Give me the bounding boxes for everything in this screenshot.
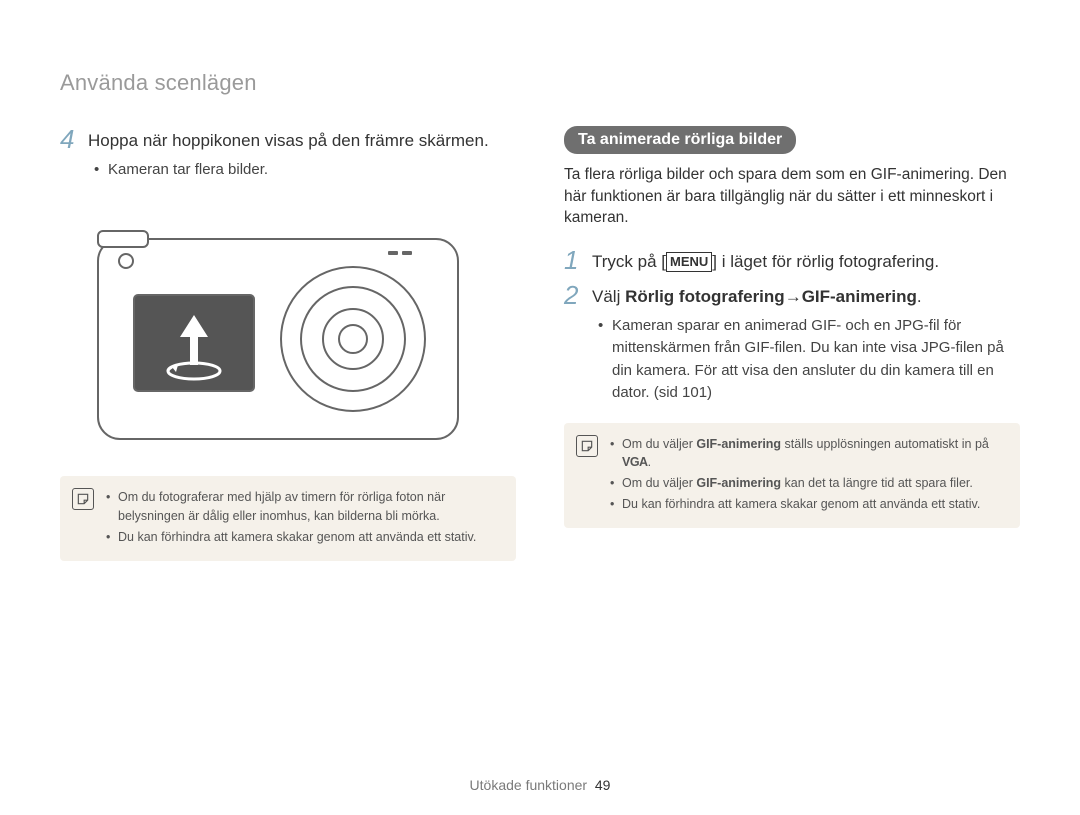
breadcrumb: Använda scenlägen — [60, 70, 1020, 96]
text-fragment: Tryck på [ — [592, 252, 666, 271]
note-list: Om du väljer GIF-animering ställs upplös… — [610, 435, 1006, 517]
step-number: 4 — [60, 126, 78, 152]
page-number: 49 — [595, 777, 611, 793]
list-item: Kameran sparar en animerad GIF- och en J… — [598, 315, 1020, 405]
vga-label: VGA — [622, 455, 648, 469]
content-columns: 4 Hoppa när hoppikonen visas på den främ… — [60, 126, 1020, 561]
step-text: Välj Rörlig fotografering → GIF-animerin… — [592, 282, 922, 309]
step-1: 1 Tryck på [MENU] i läget för rörlig fot… — [564, 247, 1020, 274]
arrow-icon: → — [785, 286, 802, 309]
step-text: Tryck på [MENU] i läget för rörlig fotog… — [592, 247, 939, 274]
camera-illustration — [88, 209, 468, 449]
note-icon — [72, 488, 94, 510]
text-fragment: Om du väljer — [622, 437, 696, 451]
list-item: Kameran tar flera bilder. — [94, 159, 516, 182]
text-fragment: ställs upplösningen automatiskt in på — [781, 437, 989, 451]
menu-path-item: Rörlig fotografering — [625, 287, 785, 306]
list-item: Om du väljer GIF-animering ställs upplös… — [610, 435, 1006, 471]
list-item: Du kan förhindra att kamera skakar genom… — [610, 495, 1006, 513]
page-footer: Utökade funktioner 49 — [0, 777, 1080, 793]
section-pill: Ta animerade rörliga bilder — [564, 126, 796, 154]
text-fragment: . — [917, 287, 922, 306]
step-4: 4 Hoppa när hoppikonen visas på den främ… — [60, 126, 516, 153]
step-2-bullets: Kameran sparar en animerad GIF- och en J… — [598, 315, 1020, 405]
text-fragment: kan det ta längre tid att spara filer. — [781, 476, 973, 490]
list-item: Om du väljer GIF-animering kan det ta lä… — [610, 474, 1006, 492]
section-intro: Ta flera rörliga bilder och spara dem so… — [564, 164, 1020, 229]
text-fragment: ] i läget för rörlig fotografering. — [712, 252, 939, 271]
step-number: 2 — [564, 282, 582, 308]
note-box-left: Om du fotograferar med hjälp av timern f… — [60, 476, 516, 560]
text-fragment: . — [648, 455, 651, 469]
step-number: 1 — [564, 247, 582, 273]
note-icon — [576, 435, 598, 457]
bold-term: GIF-animering — [696, 437, 781, 451]
note-box-right: Om du väljer GIF-animering ställs upplös… — [564, 423, 1020, 529]
right-column: Ta animerade rörliga bilder Ta flera rör… — [564, 126, 1020, 561]
text-fragment: Om du väljer — [622, 476, 696, 490]
left-column: 4 Hoppa när hoppikonen visas på den främ… — [60, 126, 516, 561]
menu-button-label: MENU — [666, 252, 712, 272]
step-4-bullets: Kameran tar flera bilder. — [94, 159, 516, 182]
text-fragment: Välj — [592, 287, 625, 306]
step-2: 2 Välj Rörlig fotografering → GIF-animer… — [564, 282, 1020, 309]
bold-term: GIF-animering — [696, 476, 781, 490]
menu-path-item: GIF-animering — [802, 287, 917, 306]
list-item: Du kan förhindra att kamera skakar genom… — [106, 528, 502, 546]
list-item: Om du fotograferar med hjälp av timern f… — [106, 488, 502, 524]
step-text: Hoppa när hoppikonen visas på den främre… — [88, 126, 489, 153]
footer-section: Utökade funktioner — [470, 777, 588, 793]
note-list: Om du fotograferar med hjälp av timern f… — [106, 488, 502, 548]
manual-page: Använda scenlägen 4 Hoppa när hoppikonen… — [0, 0, 1080, 815]
